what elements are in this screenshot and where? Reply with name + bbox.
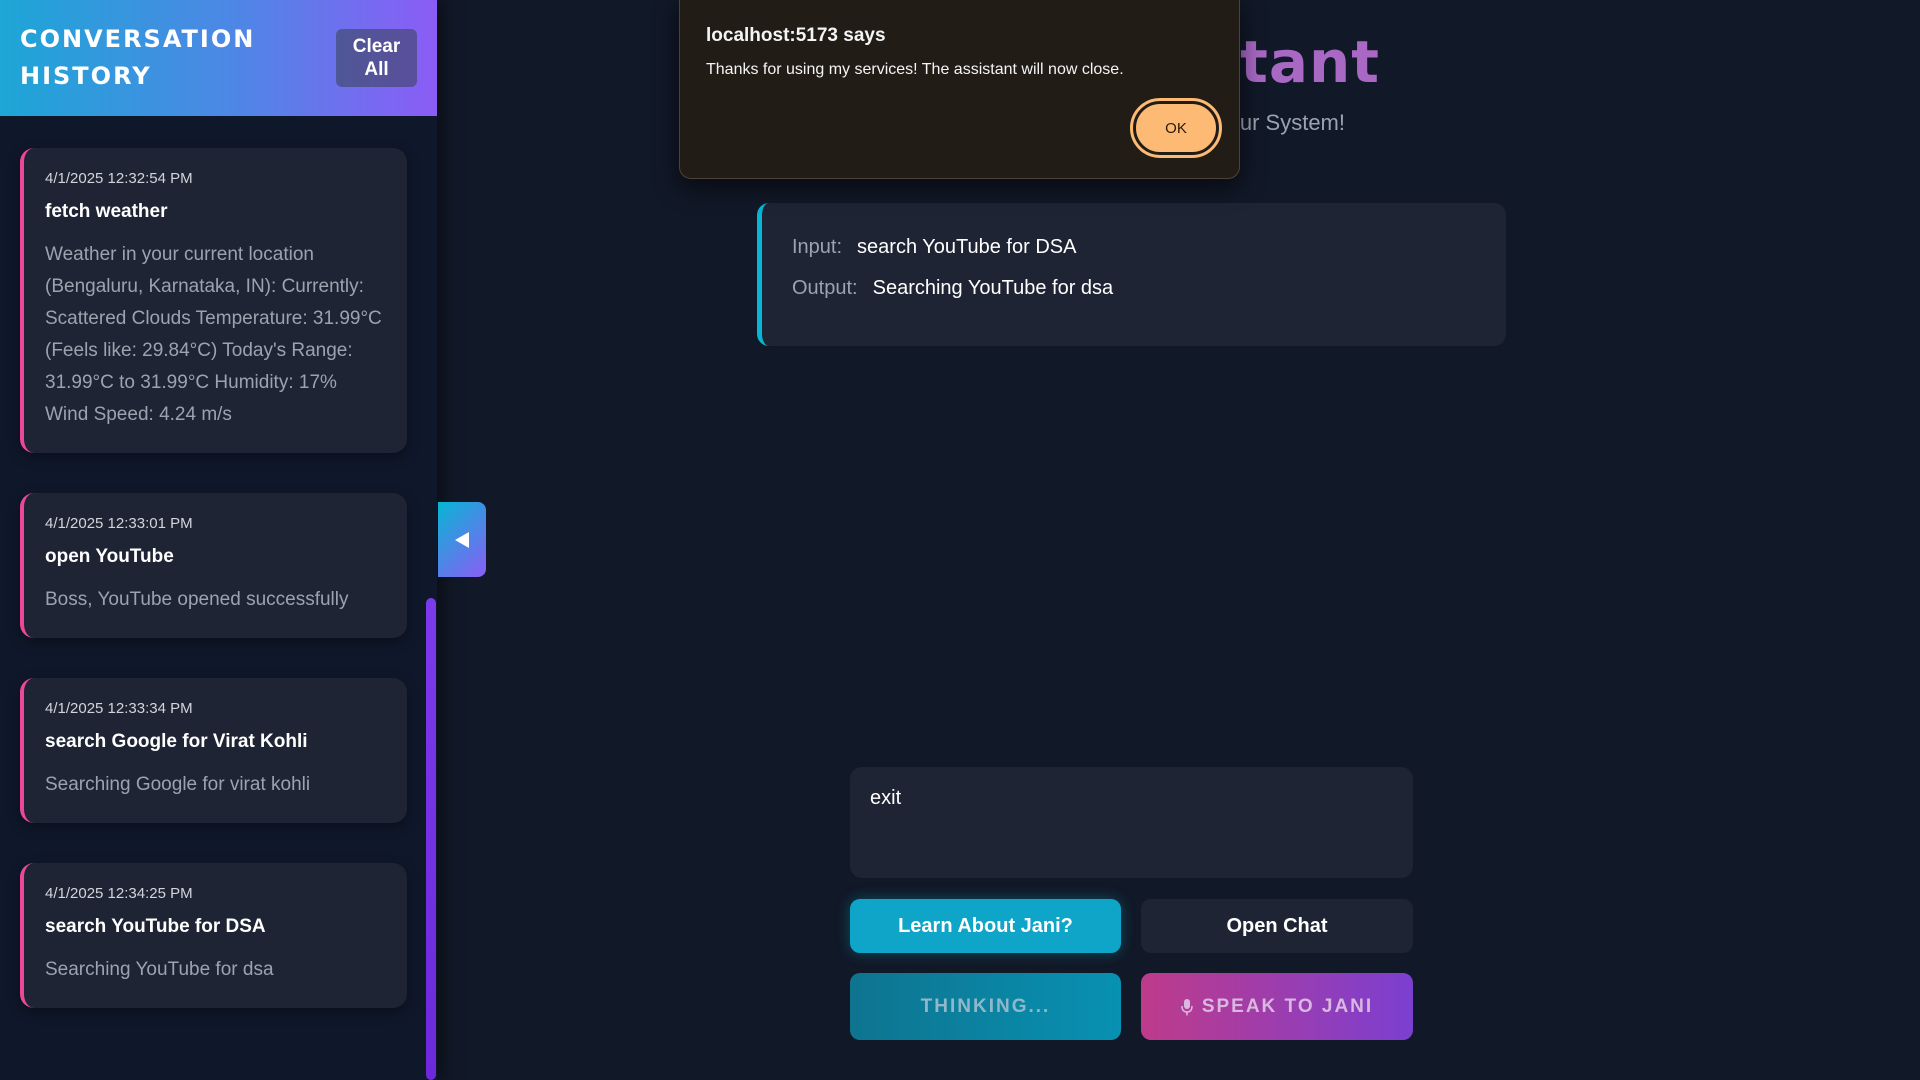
sidebar-title: CONVERSATION HISTORY xyxy=(20,25,256,90)
chevron-left-icon xyxy=(455,531,469,548)
history-command: search YouTube for DSA xyxy=(45,916,266,937)
history-item[interactable]: 4/1/2025 12:34:25 PM search YouTube for … xyxy=(20,863,407,1008)
last-exchange-card: Input: search YouTube for DSA Output: Se… xyxy=(757,203,1506,346)
open-chat-button[interactable]: Open Chat xyxy=(1141,899,1413,953)
input-value: search YouTube for DSA xyxy=(857,236,1077,258)
speak-button-label: SPEAK TO JANI xyxy=(1201,995,1374,1017)
history-item[interactable]: 4/1/2025 12:33:01 PM open YouTube Boss, … xyxy=(20,493,407,638)
history-timestamp: 4/1/2025 12:34:25 PM xyxy=(45,885,193,902)
clear-all-button[interactable]: Clear All xyxy=(336,29,417,87)
command-input[interactable] xyxy=(850,767,1413,878)
dialog-title: localhost:5173 says xyxy=(706,25,886,46)
history-response: Searching YouTube for dsa xyxy=(45,959,274,980)
history-response: Searching Google for virat kohli xyxy=(45,774,311,795)
history-item[interactable]: 4/1/2025 12:32:54 PM fetch weather Weath… xyxy=(20,148,407,453)
output-value: Searching YouTube for dsa xyxy=(872,277,1114,299)
history-command: search Google for Virat Kohli xyxy=(45,731,308,752)
history-item[interactable]: 4/1/2025 12:33:34 PM search Google for V… xyxy=(20,678,407,823)
input-label: Input: xyxy=(792,236,843,258)
dialog-message: Thanks for using my services! The assist… xyxy=(706,61,1124,78)
microphone-icon xyxy=(1181,998,1193,1015)
history-response: Weather in your current location (Bengal… xyxy=(45,244,382,425)
output-label: Output: xyxy=(792,277,858,299)
thinking-button[interactable]: THINKING... xyxy=(850,973,1121,1040)
history-timestamp: 4/1/2025 12:33:34 PM xyxy=(45,700,193,717)
sidebar-header: CONVERSATION HISTORY Clear All xyxy=(0,0,437,116)
history-response: Boss, YouTube opened successfully xyxy=(45,589,349,610)
output-row: Output: Searching YouTube for dsa xyxy=(792,277,1476,300)
speak-button[interactable]: SPEAK TO JANI xyxy=(1141,973,1413,1040)
alert-dialog: localhost:5173 says Thanks for using my … xyxy=(679,0,1240,179)
history-command: open YouTube xyxy=(45,546,174,567)
sidebar-scrollbar[interactable] xyxy=(426,598,436,1080)
history-sidebar: CONVERSATION HISTORY Clear All 4/1/2025 … xyxy=(0,0,437,1080)
sidebar-toggle-button[interactable] xyxy=(438,502,486,577)
dialog-ok-button[interactable]: OK xyxy=(1130,98,1222,158)
input-row: Input: search YouTube for DSA xyxy=(792,236,1476,259)
learn-about-button[interactable]: Learn About Jani? xyxy=(850,899,1121,953)
history-timestamp: 4/1/2025 12:32:54 PM xyxy=(45,170,193,187)
history-timestamp: 4/1/2025 12:33:01 PM xyxy=(45,515,193,532)
history-list: 4/1/2025 12:32:54 PM fetch weather Weath… xyxy=(20,148,407,1048)
history-command: fetch weather xyxy=(45,201,168,222)
